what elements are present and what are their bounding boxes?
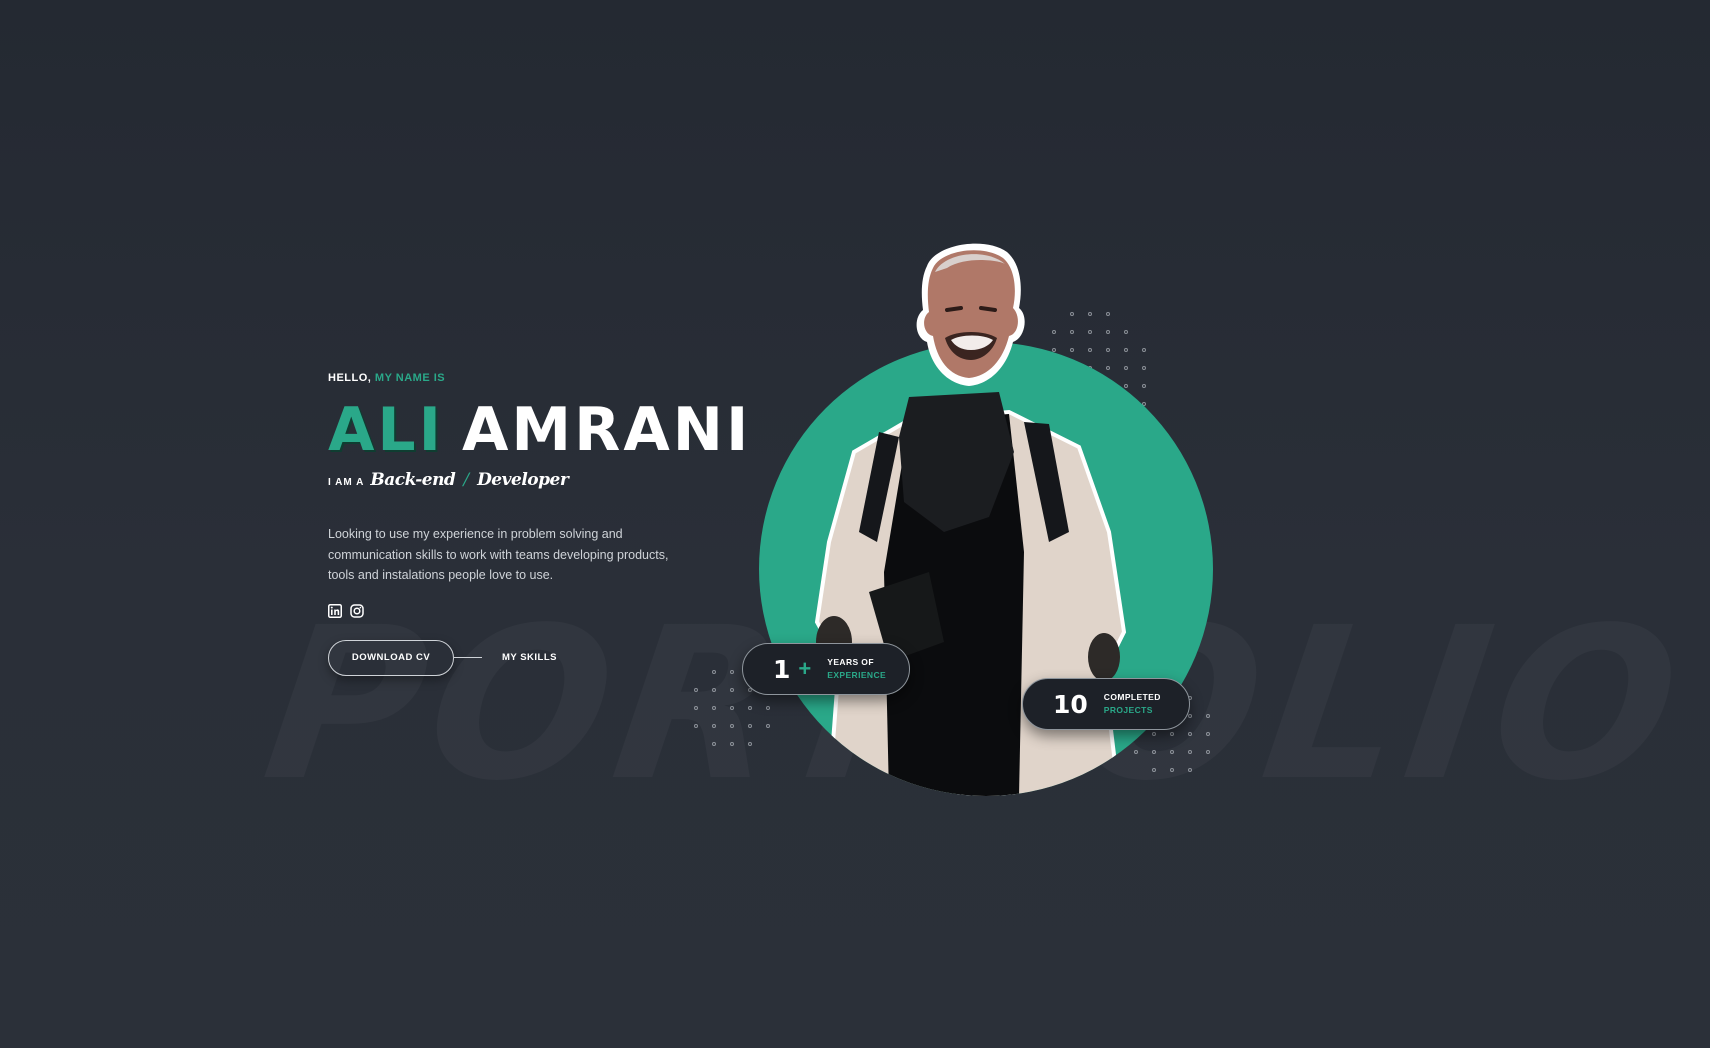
role-prefix: I AM A xyxy=(328,477,365,488)
my-skills-link[interactable]: MY SKILLS xyxy=(502,652,557,663)
projects-badge: 10 COMPLETED PROJECTS xyxy=(1022,678,1190,730)
instagram-icon[interactable] xyxy=(350,603,364,618)
social-links xyxy=(328,603,748,618)
hero-section: PORTFOLIO HELLO, MY NAME IS ALIAMRANI I … xyxy=(0,0,1710,1048)
bio-text: Looking to use my experience in problem … xyxy=(328,527,669,582)
projects-label-2: PROJECTS xyxy=(1103,705,1153,715)
role-separator: / xyxy=(463,470,470,490)
greeting: HELLO, MY NAME IS xyxy=(328,371,748,385)
projects-labels: COMPLETED PROJECTS xyxy=(1104,691,1161,717)
first-name: ALI xyxy=(328,395,444,465)
role-line: I AM A Back-end / Developer xyxy=(328,470,748,490)
intro-block: HELLO, MY NAME IS ALI AMRANI I AM A Back-… xyxy=(328,371,748,676)
download-cv-button[interactable]: DOWNLOAD CV xyxy=(328,639,454,676)
role-secondary: Developer xyxy=(477,470,569,490)
portrait-area: 1 + YEARS OF EXPERIENCE 10 COMPLETED PRO… xyxy=(694,243,1260,810)
experience-label-2: EXPERIENCE xyxy=(827,670,887,680)
experience-badge: 1 + YEARS OF EXPERIENCE xyxy=(742,643,910,695)
projects-value: 10 xyxy=(1053,689,1088,719)
hero-actions: DOWNLOAD CV MY SKILLS xyxy=(328,639,748,676)
experience-value: 1 xyxy=(773,654,791,684)
experience-label-1: YEARS OF xyxy=(827,657,874,667)
divider-line xyxy=(454,657,482,658)
linkedin-icon[interactable] xyxy=(328,603,342,618)
portrait-head xyxy=(916,243,1025,386)
projects-label-1: COMPLETED xyxy=(1103,692,1161,702)
greeting-hello: HELLO, xyxy=(328,372,372,384)
experience-labels: YEARS OF EXPERIENCE xyxy=(827,656,886,682)
greeting-accent: MY NAME IS xyxy=(374,372,446,384)
role-primary: Back-end xyxy=(370,470,456,490)
experience-plus: + xyxy=(798,656,812,681)
hero-name: ALI AMRANI xyxy=(328,398,748,462)
